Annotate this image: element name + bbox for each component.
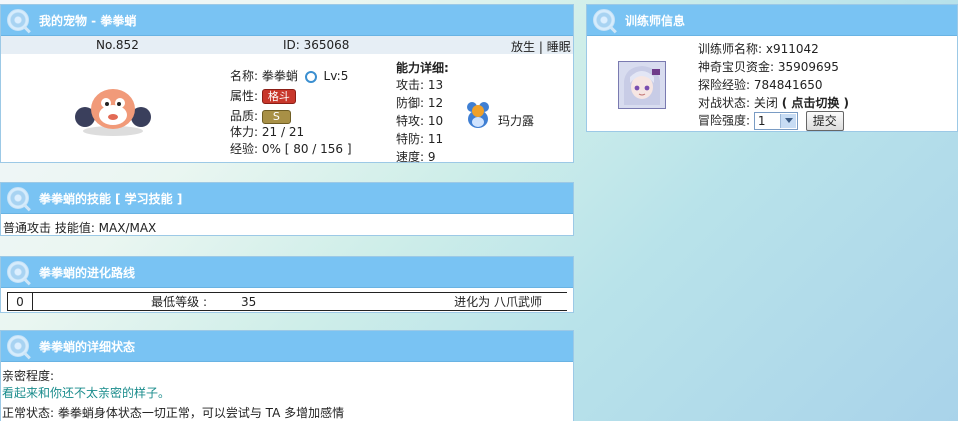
stat-attack: 攻击: 13 (396, 78, 444, 92)
evolution-panel-title: 拳拳蛸的进化路线 (39, 265, 136, 280)
pokeball-icon (7, 261, 29, 283)
trainer-panel: 训练师信息 训练师名称: x911042 神奇宝贝资金: 35909695 探险… (586, 4, 958, 132)
skills-panel-header: 拳拳蛸的技能 [ 学习技能 ] (1, 183, 573, 214)
battle-toggle-link[interactable]: ( 点击切换 ) (782, 96, 849, 110)
evo-min-level: 35 (237, 292, 345, 311)
exp-value: 0% [ 80 / 156 ] (261, 142, 352, 156)
normal-status-text: 正常状态: 拳拳蛸身体状态一切正常，可以尝试与 TA 多增加感情 (2, 406, 345, 420)
pet-name: 拳拳蛸 (261, 69, 298, 83)
trainer-name: 训练师名称: x911042 (698, 42, 819, 56)
stats-title: 能力详细: (396, 61, 449, 75)
evolution-table: 0 最低等级 : 35 进化为 八爪武师 (7, 292, 567, 311)
skills-panel: 拳拳蛸的技能 [ 学习技能 ] 普通攻击 技能值: MAX/MAX (0, 182, 574, 236)
name-label: 名称: (230, 69, 259, 83)
sleep-link[interactable]: 睡眠 (547, 40, 571, 54)
battle-status-label: 对战状态: (698, 96, 751, 110)
pet-id: ID: 365068 (283, 38, 350, 52)
type-badge: 格斗 (261, 89, 296, 104)
pokeball-icon (593, 9, 615, 31)
quality-label: 品质: (230, 109, 259, 123)
intimacy-label: 亲密程度: (2, 369, 55, 383)
evo-min-level-label: 最低等级 : (32, 292, 237, 311)
hp-value: 21 / 21 (261, 125, 305, 139)
status-panel-header: 拳拳蛸的详细状态 (1, 331, 573, 362)
trainer-exp: 探险经验: 784841650 (698, 78, 823, 92)
trainer-panel-header: 训练师信息 (587, 5, 957, 36)
battle-status-row: 对战状态: 关闭 ( 点击切换 ) (698, 94, 849, 111)
gender-icon (304, 70, 317, 83)
marill-sprite (467, 102, 489, 128)
adventure-select[interactable]: 1 (753, 112, 798, 130)
pet-hp-row: 体力: 21 / 21 (230, 123, 304, 140)
pet-level: Lv:5 (323, 69, 349, 83)
adventure-label: 冒险强度: (698, 113, 751, 128)
stat-sp-defense: 特防: 11 (396, 132, 444, 146)
pet-attr-row: 属性: 格斗 (230, 87, 296, 104)
status-panel: 拳拳蛸的详细状态 亲密程度: 看起来和你还不太亲密的样子。 正常状态: 拳拳蛸身… (0, 330, 574, 421)
trainer-avatar (618, 61, 666, 109)
pet-panel: 我的宠物 - 拳拳蛸 No.852 ID: 365068 放生 | 睡眠 名称:… (0, 4, 574, 164)
pet-actions: 放生 | 睡眠 (511, 38, 571, 55)
marill-name: 玛力露 (498, 114, 535, 128)
release-link[interactable]: 放生 (511, 40, 535, 54)
adventure-select-value: 1 (757, 114, 766, 128)
pokeball-icon (7, 187, 29, 209)
trainer-money: 神奇宝贝资金: 35909695 (698, 60, 839, 74)
skill-item: 普通攻击 技能值: MAX/MAX (3, 221, 157, 235)
stat-defense: 防御: 12 (396, 96, 444, 110)
stat-speed: 速度: 9 (396, 150, 436, 164)
pet-panel-header: 我的宠物 - 拳拳蛸 (1, 5, 573, 36)
intimacy-text: 看起来和你还不太亲密的样子。 (2, 386, 171, 400)
pet-panel-title: 我的宠物 - 拳拳蛸 (39, 13, 137, 28)
attr-label: 属性: (230, 89, 259, 103)
table-row: 0 最低等级 : 35 进化为 八爪武师 (7, 292, 567, 311)
adventure-row: 冒险强度: 1 提交 (698, 111, 844, 131)
quality-badge: S (261, 109, 291, 124)
learn-skill-link[interactable]: [ 学习技能 ] (115, 190, 182, 207)
status-panel-title: 拳拳蛸的详细状态 (39, 339, 136, 354)
action-separator: | (538, 40, 543, 54)
trainer-panel-title: 训练师信息 (625, 13, 686, 28)
evolution-panel-header: 拳拳蛸的进化路线 (1, 257, 573, 288)
stat-sp-attack: 特攻: 10 (396, 114, 444, 128)
pet-exp-row: 经验: 0% [ 80 / 156 ] (230, 140, 352, 157)
pet-sprite (75, 89, 151, 136)
battle-status-value: 关闭 (753, 96, 778, 110)
pokeball-icon (7, 9, 29, 31)
evolution-panel: 拳拳蛸的进化路线 0 最低等级 : 35 进化为 八爪武师 (0, 256, 574, 313)
skills-panel-title: 拳拳蛸的技能 (39, 191, 112, 206)
evo-target: 进化为 八爪武师 (345, 292, 567, 311)
submit-button[interactable]: 提交 (805, 111, 844, 131)
pet-quality-row: 品质: S (230, 107, 291, 124)
evo-index: 0 (7, 292, 33, 311)
hp-label: 体力: (230, 125, 259, 139)
pokeball-icon (7, 335, 29, 357)
exp-label: 经验: (230, 142, 259, 156)
pet-number: No.852 (96, 38, 139, 52)
chevron-down-icon[interactable] (779, 114, 796, 128)
pet-name-row: 名称: 拳拳蛸 Lv:5 (230, 67, 348, 84)
